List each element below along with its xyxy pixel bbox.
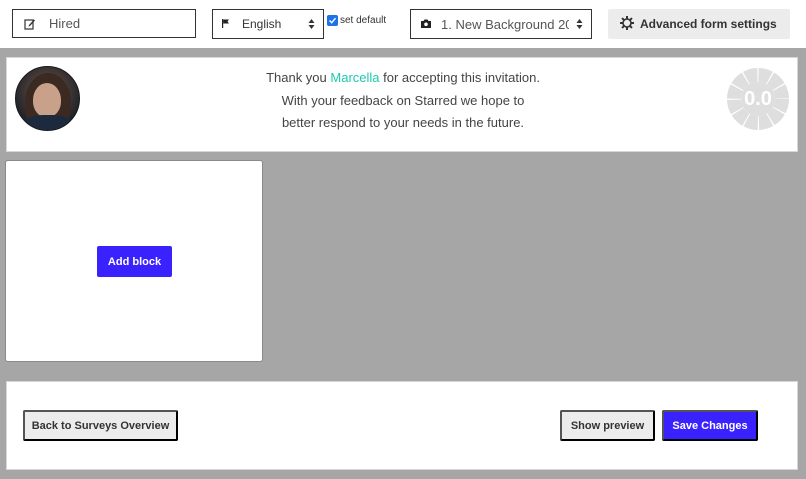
invitation-header: Thank you Marcella for accepting this in…: [6, 57, 798, 152]
advanced-settings-label: Advanced form settings: [640, 17, 777, 31]
background-select-value: 1. New Background 20: [441, 16, 569, 32]
flag-icon: [222, 17, 230, 31]
edit-icon: [23, 17, 37, 31]
back-to-overview-button[interactable]: Back to Surveys Overview: [23, 410, 178, 441]
form-title-value: Hired: [49, 16, 81, 31]
message-line-3: better respond to your needs in the futu…: [281, 115, 525, 130]
show-preview-button[interactable]: Show preview: [560, 410, 655, 441]
add-block-button[interactable]: Add block: [97, 246, 172, 277]
save-changes-button[interactable]: Save Changes: [662, 410, 758, 441]
gear-icon: [620, 15, 634, 33]
language-select-value: English: [242, 17, 282, 31]
select-caret-icon: [308, 18, 315, 30]
set-default-label: set default: [340, 15, 387, 26]
set-default-checkbox[interactable]: set default: [327, 15, 386, 26]
select-caret-icon: [576, 18, 583, 30]
background-select[interactable]: 1. New Background 20: [410, 9, 592, 39]
message-line-2: With your feedback on Starred we hope to: [281, 92, 525, 108]
score-value: 0.0: [744, 87, 772, 110]
language-select[interactable]: English: [212, 9, 324, 39]
message-line-1: Thank you Marcella for accepting this in…: [266, 70, 540, 85]
footer-actions: Back to Surveys Overview Show preview Sa…: [6, 381, 798, 470]
top-toolbar: Hired English set default 1. New Backgro…: [0, 0, 806, 48]
checkbox-checked-icon: [327, 15, 338, 26]
advanced-settings-button[interactable]: Advanced form settings: [608, 9, 790, 39]
score-badge: 0.0: [726, 67, 790, 131]
camera-icon: [421, 17, 431, 31]
content-block-panel: Add block: [5, 160, 263, 362]
respondent-name: Marcella: [330, 70, 380, 85]
form-title-input[interactable]: Hired: [12, 9, 196, 38]
invitation-message: Thank you Marcella for accepting this in…: [187, 67, 619, 135]
avatar: [15, 66, 80, 131]
